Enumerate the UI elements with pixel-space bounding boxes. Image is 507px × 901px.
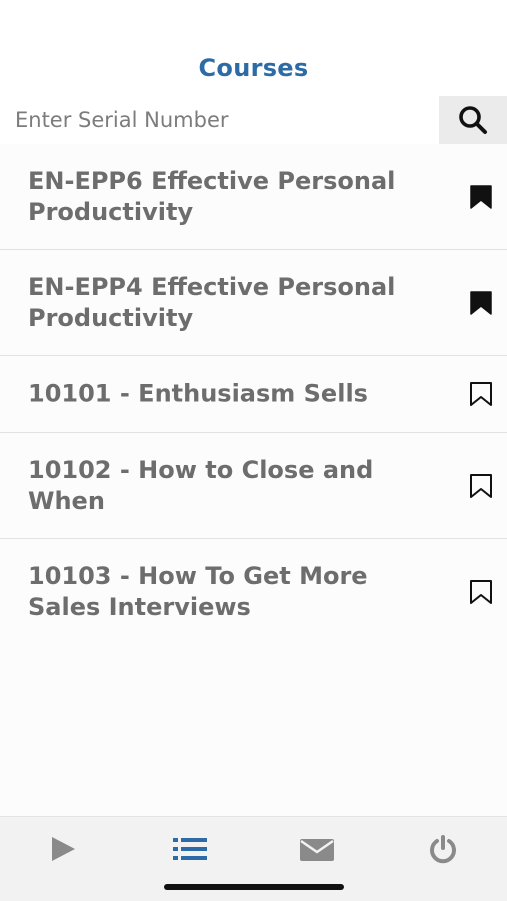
bookmark-outline-icon — [470, 382, 492, 406]
play-icon — [52, 837, 75, 861]
page-title: Courses — [198, 54, 309, 82]
course-list: EN-EPP6 Effective Personal Productivity … — [0, 144, 507, 645]
bookmark-button[interactable] — [468, 473, 494, 499]
course-item[interactable]: 10103 - How To Get More Sales Interviews — [0, 539, 507, 645]
course-title: 10101 - Enthusiasm Sells — [28, 379, 368, 408]
bookmark-button[interactable] — [468, 290, 494, 316]
course-item[interactable]: EN-EPP4 Effective Personal Productivity — [0, 250, 507, 356]
list-icon — [173, 838, 207, 860]
course-item[interactable]: 10101 - Enthusiasm Sells — [0, 356, 507, 433]
bookmark-button[interactable] — [468, 579, 494, 605]
course-title: 10102 - How to Close and When — [28, 455, 374, 515]
tab-courses[interactable] — [160, 829, 220, 869]
tab-logout[interactable] — [413, 829, 473, 869]
bookmark-outline-icon — [470, 580, 492, 604]
course-title: EN-EPP4 Effective Personal Productivity — [28, 272, 396, 332]
course-item[interactable]: 10102 - How to Close and When — [0, 433, 507, 539]
bookmark-outline-icon — [470, 473, 492, 498]
tab-messages[interactable] — [287, 829, 347, 869]
header: Courses — [0, 0, 507, 96]
course-item[interactable]: EN-EPP6 Effective Personal Productivity — [0, 144, 507, 250]
course-title: 10103 - How To Get More Sales Interviews — [28, 562, 368, 621]
search-bar — [0, 96, 507, 145]
bookmark-button[interactable] — [468, 184, 494, 210]
bookmark-button[interactable] — [468, 381, 494, 407]
search-button[interactable] — [439, 96, 507, 144]
home-indicator — [164, 884, 344, 890]
mail-icon — [300, 839, 334, 861]
tab-play[interactable] — [33, 829, 93, 869]
serial-number-input[interactable] — [0, 96, 439, 144]
course-title: EN-EPP6 Effective Personal Productivity — [28, 166, 396, 226]
bookmark-filled-icon — [470, 290, 492, 315]
power-icon — [430, 835, 456, 864]
search-icon — [459, 106, 487, 134]
bookmark-filled-icon — [470, 184, 492, 209]
